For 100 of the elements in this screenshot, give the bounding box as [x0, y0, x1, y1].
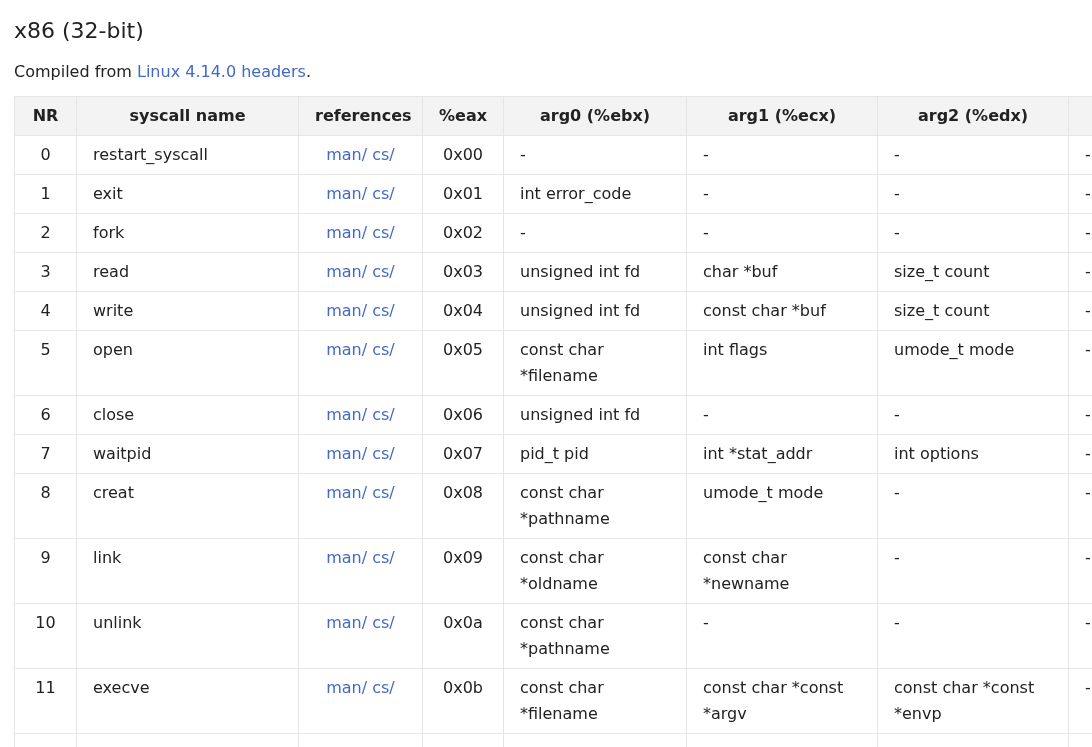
headers-link[interactable]: Linux 4.14.0 headers	[137, 62, 306, 81]
table-cell: -	[1085, 405, 1091, 424]
reference-link[interactable]: cs/	[367, 262, 395, 281]
table-cell: -	[894, 483, 900, 502]
table-cell: 0x06	[443, 405, 483, 424]
table-cell: 0x0b	[443, 678, 483, 697]
table-cell: 0x0a	[443, 613, 483, 632]
reference-link[interactable]: man/	[326, 184, 368, 203]
table-cell: unsigned int fd	[520, 405, 641, 424]
table-cell: -	[703, 223, 709, 242]
table-cell: size_t count	[894, 301, 990, 320]
reference-link[interactable]: cs/	[367, 145, 395, 164]
reference-link[interactable]: cs/	[367, 613, 395, 632]
table-cell: const char *oldname	[520, 548, 604, 593]
table-cell: -	[1085, 678, 1091, 697]
table-cell: unsigned int fd	[520, 301, 641, 320]
table-cell: 0	[40, 145, 51, 164]
reference-link[interactable]: man/	[326, 340, 368, 359]
reference-link[interactable]: cs/	[367, 340, 395, 359]
table-cell: char *buf	[703, 262, 778, 281]
table-cell: open	[93, 340, 133, 359]
table-cell: fork	[93, 223, 125, 242]
intro-sentence: Compiled from Linux 4.14.0 headers.	[14, 61, 311, 83]
table-cell: const char *filename	[520, 678, 604, 723]
table-cell: -	[894, 613, 900, 632]
table-cell: umode_t mode	[703, 483, 824, 502]
table-cell: const char *const *envp	[894, 678, 1035, 723]
reference-link[interactable]: cs/	[367, 483, 395, 502]
reference-link[interactable]: cs/	[367, 301, 395, 320]
section-title: x86 (32-bit)	[14, 17, 144, 45]
table-cell: 0x00	[443, 145, 483, 164]
table-cell: 0x09	[443, 548, 483, 567]
reference-link[interactable]: man/	[326, 145, 368, 164]
reference-link[interactable]: cs/	[367, 405, 395, 424]
table-cell: 9	[40, 548, 51, 567]
table-cell: waitpid	[93, 444, 152, 463]
table-cell: size_t count	[894, 262, 990, 281]
column-header: arg1 (%ecx)	[727, 106, 837, 125]
reference-link[interactable]: man/	[326, 301, 368, 320]
reference-link[interactable]: man/	[326, 405, 368, 424]
reference-link[interactable]: man/	[326, 613, 368, 632]
reference-link[interactable]: man/	[326, 678, 368, 697]
reference-link[interactable]: man/	[326, 548, 368, 567]
column-header: syscall name	[129, 106, 246, 125]
column-header: references	[315, 106, 412, 125]
reference-link[interactable]: man/	[326, 223, 368, 242]
table-cell: -	[703, 405, 709, 424]
table-cell: const char *filename	[520, 340, 604, 385]
table-cell: -	[1085, 262, 1091, 281]
table-cell: 0x05	[443, 340, 483, 359]
table-cell: -	[520, 223, 526, 242]
table-cell: creat	[93, 483, 134, 502]
table-cell: unlink	[93, 613, 142, 632]
table-cell: -	[1085, 548, 1091, 567]
reference-link[interactable]: cs/	[367, 223, 395, 242]
table-cell: -	[894, 184, 900, 203]
table-cell: const char *pathname	[520, 483, 610, 528]
table-cell: const char *buf	[703, 301, 826, 320]
table-cell: write	[93, 301, 134, 320]
table-cell: 7	[40, 444, 51, 463]
table-cell: -	[1085, 145, 1091, 164]
table-cell: link	[93, 548, 122, 567]
table-cell: -	[1085, 301, 1091, 320]
table-cell: int error_code	[520, 184, 632, 203]
table-cell: 0x08	[443, 483, 483, 502]
column-header: NR	[32, 106, 59, 125]
table-cell: restart_syscall	[93, 145, 208, 164]
reference-link[interactable]: man/	[326, 262, 368, 281]
table-cell: 1	[40, 184, 51, 203]
table-cell: -	[703, 184, 709, 203]
table-cell: 2	[40, 223, 51, 242]
table-cell: 10	[35, 613, 56, 632]
reference-link[interactable]: man/	[326, 444, 368, 463]
table-cell: -	[703, 613, 709, 632]
table-cell: -	[1085, 340, 1091, 359]
table-cell: -	[894, 145, 900, 164]
reference-link[interactable]: man/	[326, 483, 368, 502]
table-cell: int flags	[703, 340, 768, 359]
table-cell: -	[1085, 184, 1091, 203]
table-cell: 0x07	[443, 444, 483, 463]
table-cell: -	[894, 405, 900, 424]
table-cell: -	[1085, 483, 1091, 502]
table-cell: const char *const *argv	[703, 678, 844, 723]
table-cell: -	[1085, 613, 1091, 632]
reference-link[interactable]: cs/	[367, 184, 395, 203]
table-cell: umode_t mode	[894, 340, 1015, 359]
table-cell: -	[894, 223, 900, 242]
column-header: %eax	[439, 106, 487, 125]
table-cell: 11	[35, 678, 56, 697]
table-cell: int options	[894, 444, 979, 463]
reference-link[interactable]: cs/	[367, 444, 395, 463]
table-cell: execve	[93, 678, 150, 697]
table-cell: -	[894, 548, 900, 567]
table-cell: const char *pathname	[520, 613, 610, 658]
reference-link[interactable]: cs/	[367, 548, 395, 567]
table-cell: 0x04	[443, 301, 483, 320]
reference-link[interactable]: cs/	[367, 678, 395, 697]
table-cell: exit	[93, 184, 123, 203]
table-cell: pid_t pid	[520, 444, 589, 463]
table-cell: 0x02	[443, 223, 483, 242]
